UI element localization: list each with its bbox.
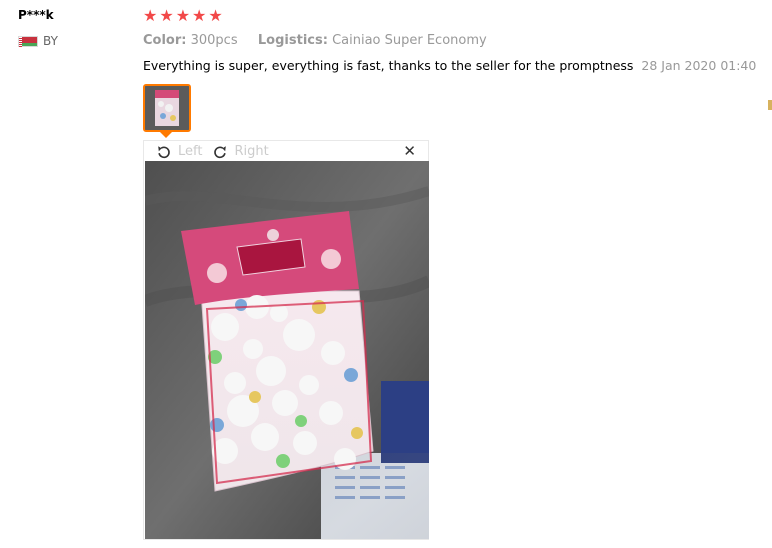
rotate-left-button[interactable]: Left <box>156 144 202 160</box>
color-label: Color: <box>143 33 187 48</box>
reviewer-name: P***k <box>18 8 54 22</box>
logistics-value: Cainiao Super Economy <box>332 33 487 48</box>
product-photo-image <box>145 161 429 539</box>
thumbnail-image <box>145 86 189 130</box>
star-icon: ★ <box>175 6 191 25</box>
review-date: 28 Jan 2020 01:40 <box>641 58 757 73</box>
country-code: BY <box>43 34 58 48</box>
belarus-flag-icon <box>18 35 38 47</box>
review-text-row: Everything is super, everything is fast,… <box>143 58 756 73</box>
order-meta: Color: 300pcs Logistics: Cainiao Super E… <box>143 33 487 48</box>
color-value: 300pcs <box>190 33 238 48</box>
rotate-left-icon <box>158 145 170 158</box>
review-photo-thumbnail[interactable] <box>143 84 191 132</box>
cut-off-element <box>768 100 772 110</box>
image-viewer: Left Right ✕ <box>143 140 429 540</box>
review-photo <box>145 161 429 539</box>
viewer-toolbar: Left Right ✕ <box>144 141 428 162</box>
reviewer-country: BY <box>18 34 58 48</box>
rotate-right-button[interactable]: Right <box>212 144 269 160</box>
rotate-left-label: Left <box>178 144 203 159</box>
close-icon[interactable]: ✕ <box>403 143 416 159</box>
review-text: Everything is super, everything is fast,… <box>143 58 634 73</box>
star-rating: ★ ★ ★ ★ ★ <box>143 7 223 25</box>
rotate-right-label: Right <box>234 144 269 159</box>
star-icon: ★ <box>192 6 207 25</box>
star-icon: ★ <box>143 6 158 25</box>
star-icon: ★ <box>208 6 223 25</box>
thumbnail-pointer <box>160 132 172 138</box>
logistics-label: Logistics: <box>257 33 328 48</box>
rotate-right-icon <box>214 145 227 158</box>
star-icon: ★ <box>159 6 174 25</box>
